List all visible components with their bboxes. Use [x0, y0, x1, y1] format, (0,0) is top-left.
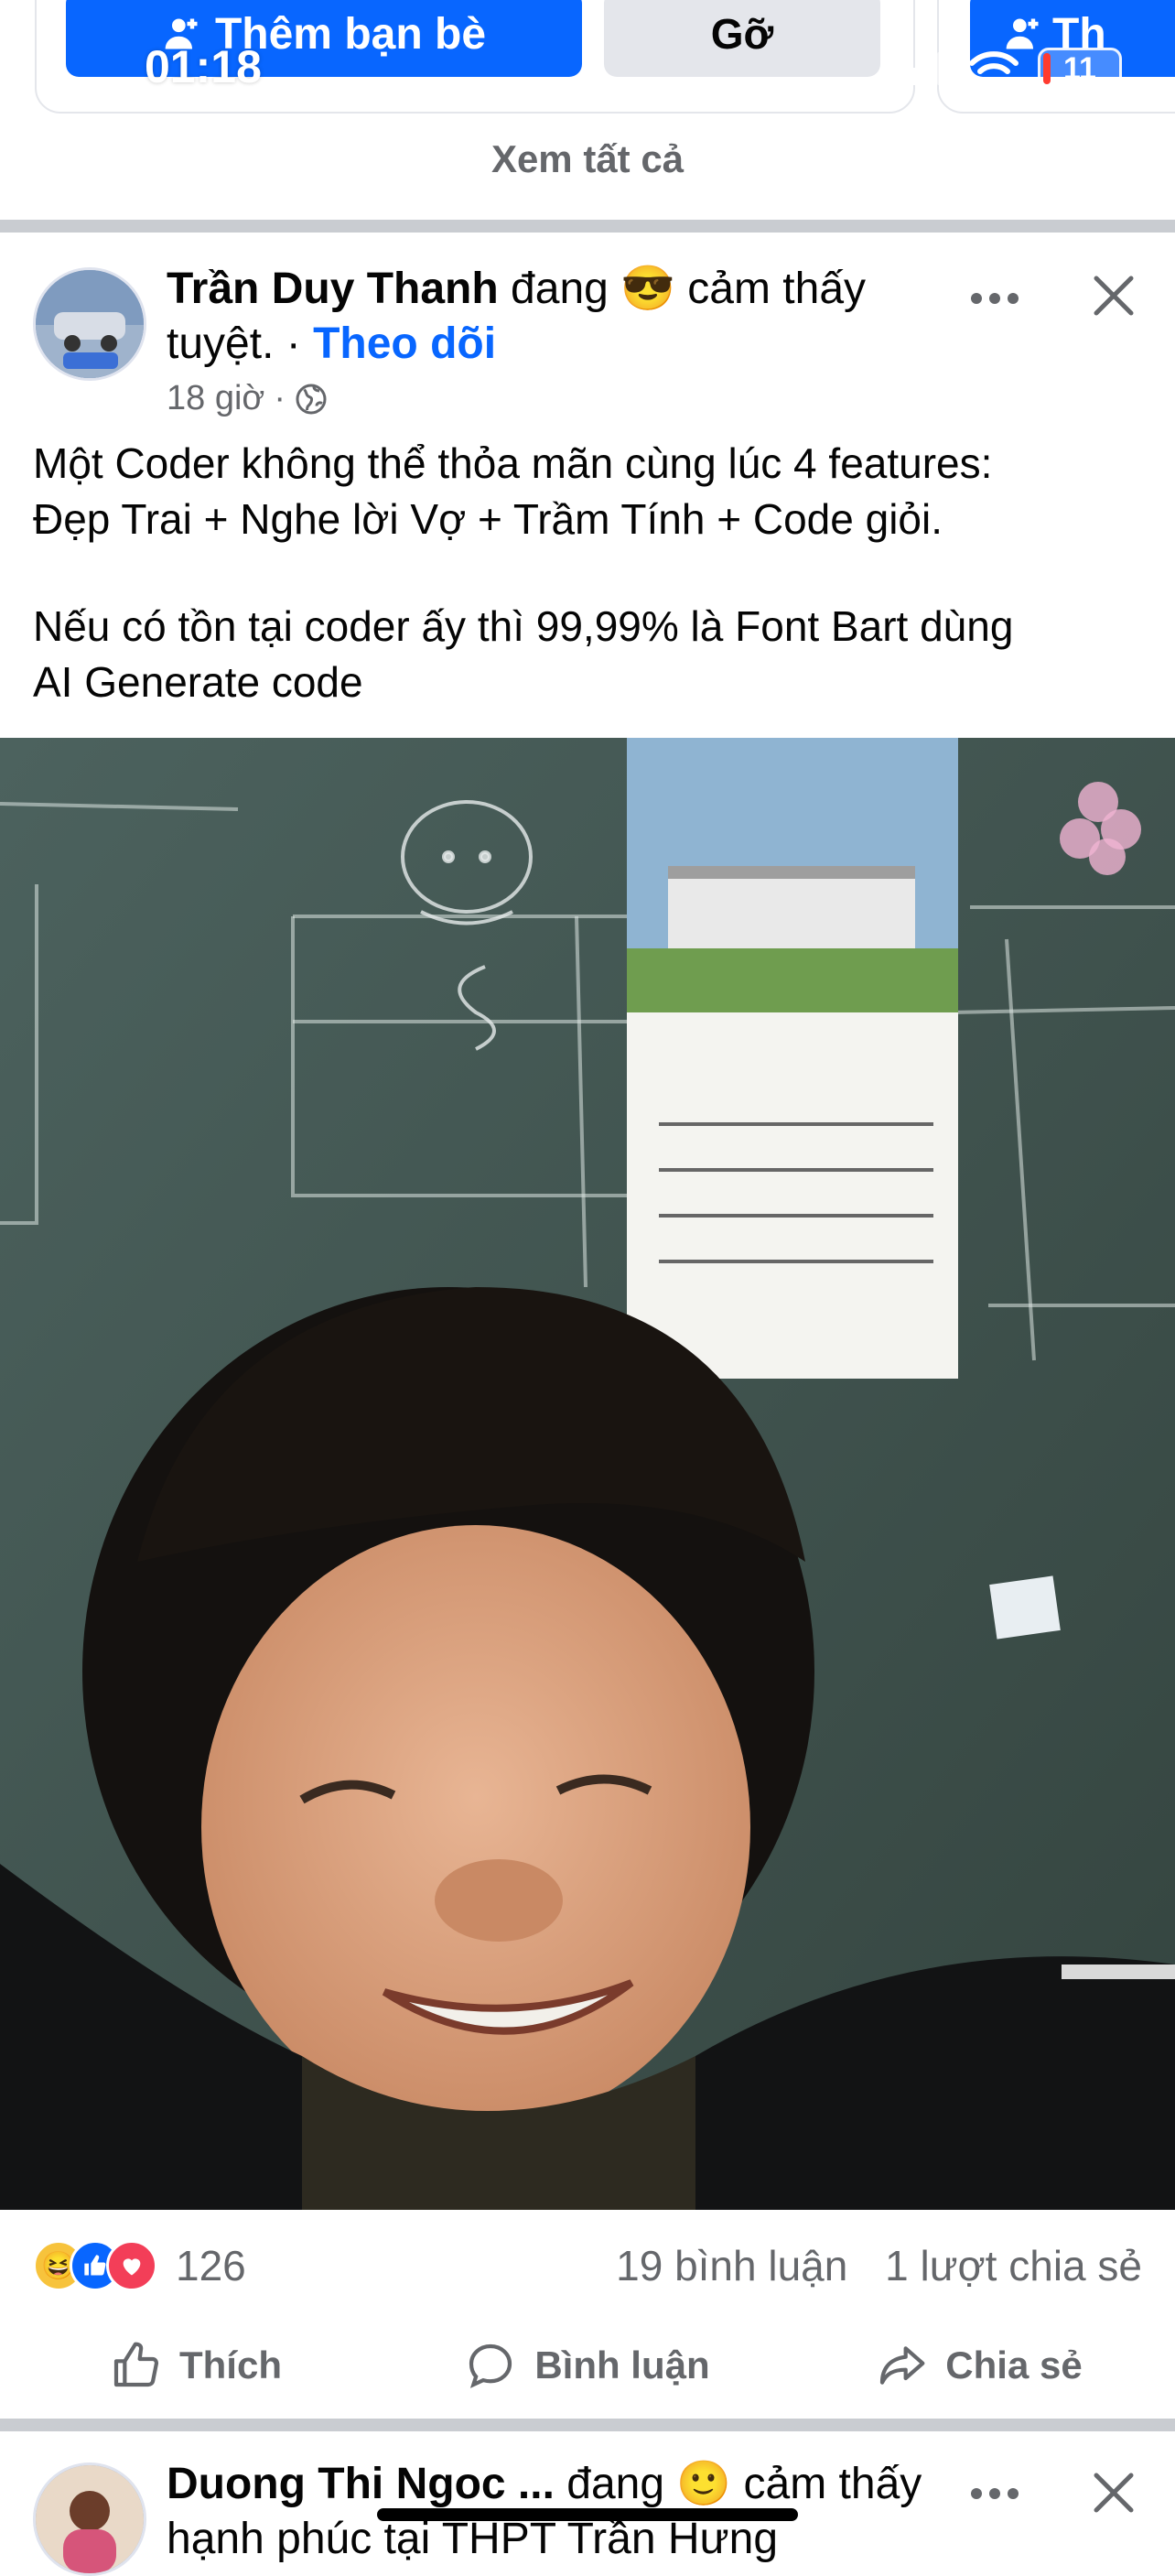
- comment-button[interactable]: Bình luận: [392, 2329, 783, 2402]
- engagement-stats: 19 bình luận 1 lượt chia sẻ: [616, 2241, 1142, 2290]
- see-all-link[interactable]: Xem tất cả: [0, 137, 1175, 181]
- comment-label: Bình luận: [534, 2343, 710, 2387]
- hide-post-button-2[interactable]: [1083, 2462, 1144, 2523]
- love-icon: [106, 2240, 157, 2291]
- header-dot: ·: [286, 319, 301, 368]
- status-time: 01:18: [145, 41, 262, 92]
- battery-icon: 11: [1038, 48, 1122, 90]
- post-header-line2: tuyệt. · Theo dõi: [167, 317, 496, 372]
- feeling-prefix: đang: [511, 265, 609, 313]
- meta-dot: ·: [274, 379, 286, 417]
- post-text-line: AI Generate code: [33, 658, 363, 706]
- feeling-emoji: 😎: [620, 265, 675, 313]
- comment-icon: [469, 2343, 512, 2388]
- post-text: Một Coder không thể thỏa mãn cùng lúc 4 …: [33, 436, 1149, 710]
- feeling-text: tuyệt.: [167, 319, 275, 368]
- share-count[interactable]: 1 lượt chia sẻ: [885, 2242, 1142, 2289]
- avatar-image: [36, 2465, 144, 2573]
- post-text-line: Một Coder không thể thỏa mãn cùng lúc 4 …: [33, 439, 993, 487]
- author-name[interactable]: Trần Duy Thanh: [167, 265, 499, 313]
- feeling-text-partial: cảm thấy: [687, 265, 867, 313]
- comment-count[interactable]: 19 bình luận: [616, 2242, 847, 2289]
- more-button[interactable]: [963, 271, 1027, 326]
- share-label: Chia sẻ: [945, 2343, 1083, 2387]
- hide-post-button[interactable]: [1083, 265, 1144, 326]
- battery-level: 11: [1063, 50, 1096, 86]
- avatar-image: [36, 270, 144, 378]
- reaction-count: 126: [176, 2242, 246, 2289]
- wifi-icon: [969, 51, 1019, 86]
- remove-button[interactable]: Gỡ: [604, 0, 880, 77]
- post-header: Trần Duy Thanh đang 😎 cảm thấy: [167, 262, 866, 317]
- follow-link[interactable]: Theo dõi: [313, 319, 496, 368]
- close-icon: [1094, 2473, 1134, 2513]
- like-label: Thích: [179, 2343, 282, 2387]
- home-indicator[interactable]: [377, 2508, 798, 2521]
- post-meta: 18 giờ ·: [167, 379, 328, 418]
- feeling-prefix-2: đang: [566, 2460, 665, 2508]
- add-friend-button[interactable]: Thêm bạn bè: [66, 0, 582, 77]
- section-divider: [0, 2419, 1175, 2431]
- friend-suggestions-strip: Thêm bạn bè Gỡ Th 01:18 11 Xem tất cả: [0, 0, 1175, 220]
- reactions-summary[interactable]: 😆 126 19 bình luận 1 lượt chia sẻ: [33, 2234, 1142, 2298]
- more-button-2[interactable]: [963, 2466, 1027, 2521]
- feeling-emoji-2: 🙂: [676, 2460, 732, 2508]
- close-icon: [1094, 276, 1134, 316]
- more-icon: [971, 293, 1019, 304]
- signal-icon: [893, 52, 946, 85]
- location-text: hạnh phúc tại THPT Trần Hưng: [167, 2515, 779, 2563]
- share-button[interactable]: Chia sẻ: [783, 2329, 1175, 2402]
- post-action-bar: Thích Bình luận Chia sẻ: [0, 2329, 1175, 2402]
- status-icons: 11: [893, 48, 1122, 90]
- post-text-spacer: [33, 547, 1149, 599]
- post-header-2: Duong Thi Ngoc ... đang 🙂 cảm thấy: [167, 2457, 922, 2512]
- author-avatar-2[interactable]: [33, 2462, 146, 2576]
- post-time[interactable]: 18 giờ: [167, 379, 264, 418]
- photo-illustration: [0, 738, 1175, 2210]
- remove-label: Gỡ: [710, 10, 774, 58]
- globe-icon: [296, 384, 327, 414]
- post-text-line: Nếu có tồn tại coder ấy thì 99,99% là Fo…: [33, 602, 1014, 650]
- author-name-2[interactable]: Duong Thi Ngoc ...: [167, 2460, 555, 2508]
- post-text-line: Đẹp Trai + Nghe lời Vợ + Trầm Tính + Cod…: [33, 495, 943, 543]
- author-avatar[interactable]: [33, 267, 146, 381]
- post-photo[interactable]: [0, 738, 1175, 2210]
- reaction-icons: 😆: [33, 2240, 157, 2291]
- more-icon: [971, 2488, 1019, 2499]
- feeling-text-2: cảm thấy: [743, 2460, 922, 2508]
- section-divider: [0, 220, 1175, 233]
- share-icon: [880, 2346, 925, 2385]
- like-button[interactable]: Thích: [0, 2329, 392, 2402]
- like-icon: [113, 2342, 159, 2387]
